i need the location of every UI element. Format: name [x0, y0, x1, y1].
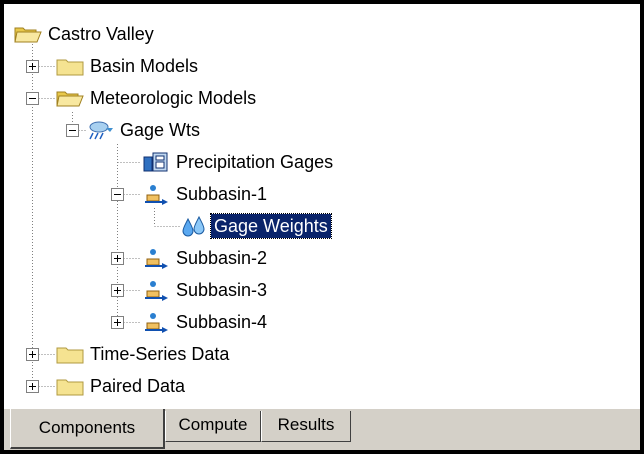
- collapse-icon[interactable]: [111, 188, 124, 201]
- tree-node-gage-weights[interactable]: Gage Weights: [180, 210, 332, 242]
- subbasin-icon: [145, 281, 168, 301]
- tree-node-label: Paired Data: [90, 376, 186, 396]
- subbasin-icon: [145, 185, 168, 205]
- tree-node-subbasin-1[interactable]: Subbasin-1: [142, 178, 270, 210]
- tree-node-label: Subbasin-1: [176, 184, 268, 204]
- expand-icon[interactable]: [26, 380, 39, 393]
- folder-open-icon: [14, 27, 42, 43]
- tree-node-paired-data[interactable]: Paired Data: [56, 370, 188, 402]
- tree-node-label: Gage Weights: [210, 213, 332, 239]
- expand-icon[interactable]: [111, 316, 124, 329]
- tree-node-label: Subbasin-3: [176, 280, 268, 300]
- tab-compute[interactable]: Compute: [165, 411, 261, 442]
- tab-bar: Components Compute Results: [4, 408, 640, 450]
- tree-node-label: Subbasin-4: [176, 312, 268, 332]
- subbasin-icon: [145, 313, 168, 333]
- tree-node-gage-wts[interactable]: Gage Wts: [86, 114, 203, 146]
- tab-results[interactable]: Results: [261, 411, 351, 442]
- folder-icon: [56, 59, 84, 76]
- tree-node-meteorologic-models[interactable]: Meteorologic Models: [56, 82, 259, 114]
- tree-node-label: Subbasin-2: [176, 248, 268, 268]
- tree-node-label: Castro Valley: [48, 24, 154, 44]
- tree-node-castro-valley[interactable]: Castro Valley: [14, 18, 157, 50]
- collapse-icon[interactable]: [66, 124, 79, 137]
- meteorologic-model-icon: [89, 121, 113, 140]
- tree-node-subbasin-2[interactable]: Subbasin-2: [142, 242, 270, 274]
- component-tree[interactable]: Castro Valley Basin Models Meteorologic …: [4, 4, 640, 408]
- expand-icon[interactable]: [111, 252, 124, 265]
- tab-components[interactable]: Components: [10, 409, 165, 449]
- tree-node-label: Time-Series Data: [90, 344, 230, 364]
- folder-icon: [56, 347, 84, 364]
- tree-node-subbasin-4[interactable]: Subbasin-4: [142, 306, 270, 338]
- tree-node-subbasin-3[interactable]: Subbasin-3: [142, 274, 270, 306]
- expand-icon[interactable]: [26, 60, 39, 73]
- folder-icon: [56, 379, 84, 396]
- subbasin-icon: [145, 249, 168, 269]
- tree-node-basin-models[interactable]: Basin Models: [56, 50, 201, 82]
- tree-node-label: Gage Wts: [120, 120, 201, 140]
- window-frame: Castro Valley Basin Models Meteorologic …: [0, 0, 644, 454]
- collapse-icon[interactable]: [26, 92, 39, 105]
- expand-icon[interactable]: [26, 348, 39, 361]
- tree-node-precipitation-gages[interactable]: Precipitation Gages: [142, 146, 336, 178]
- tree-node-label: Basin Models: [90, 56, 199, 76]
- tree-node-label: Meteorologic Models: [90, 88, 257, 108]
- folder-open-icon: [56, 91, 84, 107]
- tree-node-label: Precipitation Gages: [176, 152, 334, 172]
- watershed-explorer: Castro Valley Basin Models Meteorologic …: [4, 4, 640, 450]
- gage-weights-icon: [182, 215, 205, 237]
- tree-node-time-series-data[interactable]: Time-Series Data: [56, 338, 232, 370]
- precipitation-gages-icon: [143, 152, 168, 172]
- expand-icon[interactable]: [111, 284, 124, 297]
